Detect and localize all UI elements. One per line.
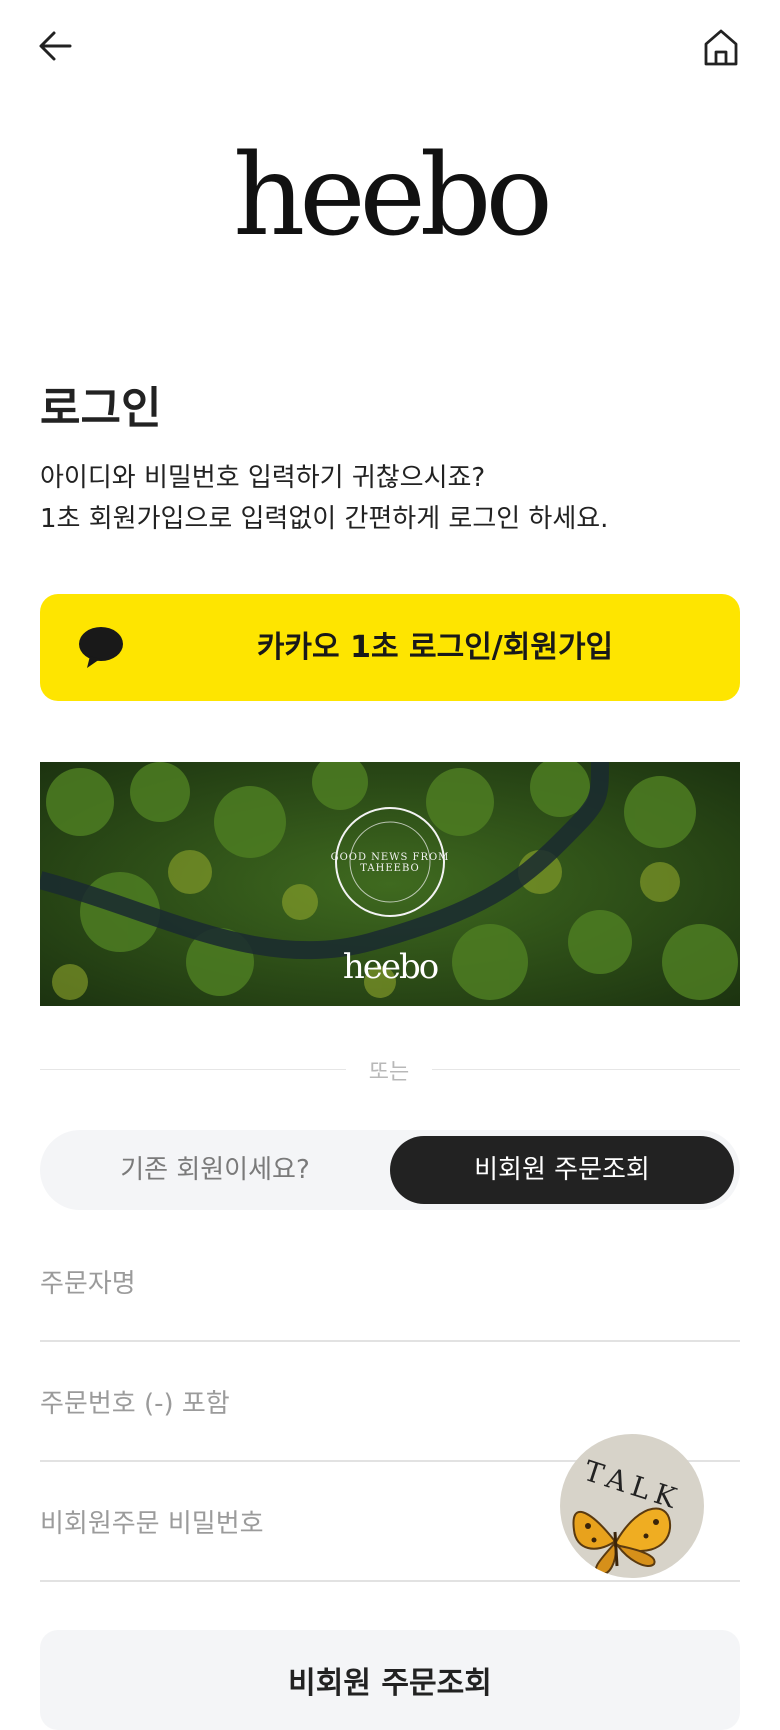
guest-order-lookup-button[interactable]: 비회원 주문조회: [40, 1630, 740, 1730]
description-line-1: 아이디와 비밀번호 입력하기 귀찮으시죠?: [40, 463, 486, 493]
order-number-input[interactable]: [40, 1374, 740, 1434]
butterfly-icon: [572, 1507, 672, 1576]
orderer-name-input[interactable]: [40, 1254, 740, 1314]
speech-bubble-icon: [79, 627, 123, 668]
top-bar: [0, 0, 780, 100]
login-mode-toggle: 기존 회원이세요? 비회원 주문조회: [40, 1130, 740, 1210]
back-button[interactable]: [36, 26, 76, 66]
description-line-2: 1초 회원가입으로 입력없이 간편하게 로그인 하세요.: [40, 504, 609, 534]
home-icon: [704, 29, 738, 66]
guest-order-lookup-label: 비회원 주문조회: [288, 1666, 492, 1701]
orderer-name-field: [40, 1222, 740, 1342]
brand-logo[interactable]: heebo: [0, 140, 780, 252]
login-description: 아이디와 비밀번호 입력하기 귀찮으시죠? 1초 회원가입으로 입력없이 간편하…: [40, 458, 740, 540]
back-arrow-icon: [39, 31, 72, 61]
page-title: 로그인: [40, 383, 162, 434]
banner-badge-text: GOOD NEWS FROM TAHEEBO: [330, 852, 450, 874]
talk-chat-button[interactable]: TALK: [560, 1434, 704, 1578]
kakao-login-button[interactable]: 카카오 1초 로그인/회원가입: [40, 594, 740, 701]
kakao-login-label: 카카오 1초 로그인/회원가입: [256, 630, 614, 665]
tab-guest-order-lookup[interactable]: 비회원 주문조회: [390, 1136, 734, 1204]
divider-or-text: 또는: [368, 1060, 410, 1085]
banner-badge: GOOD NEWS FROM TAHEEBO: [331, 808, 449, 916]
tab-existing-member[interactable]: 기존 회원이세요?: [40, 1130, 390, 1210]
home-button[interactable]: [700, 26, 742, 68]
divider-line-right: [432, 1069, 740, 1070]
banner-brand-text: heebo: [342, 947, 439, 987]
divider-line-left: [40, 1069, 346, 1070]
promo-banner[interactable]: GOOD NEWS FROM TAHEEBO heebo: [40, 762, 740, 1006]
